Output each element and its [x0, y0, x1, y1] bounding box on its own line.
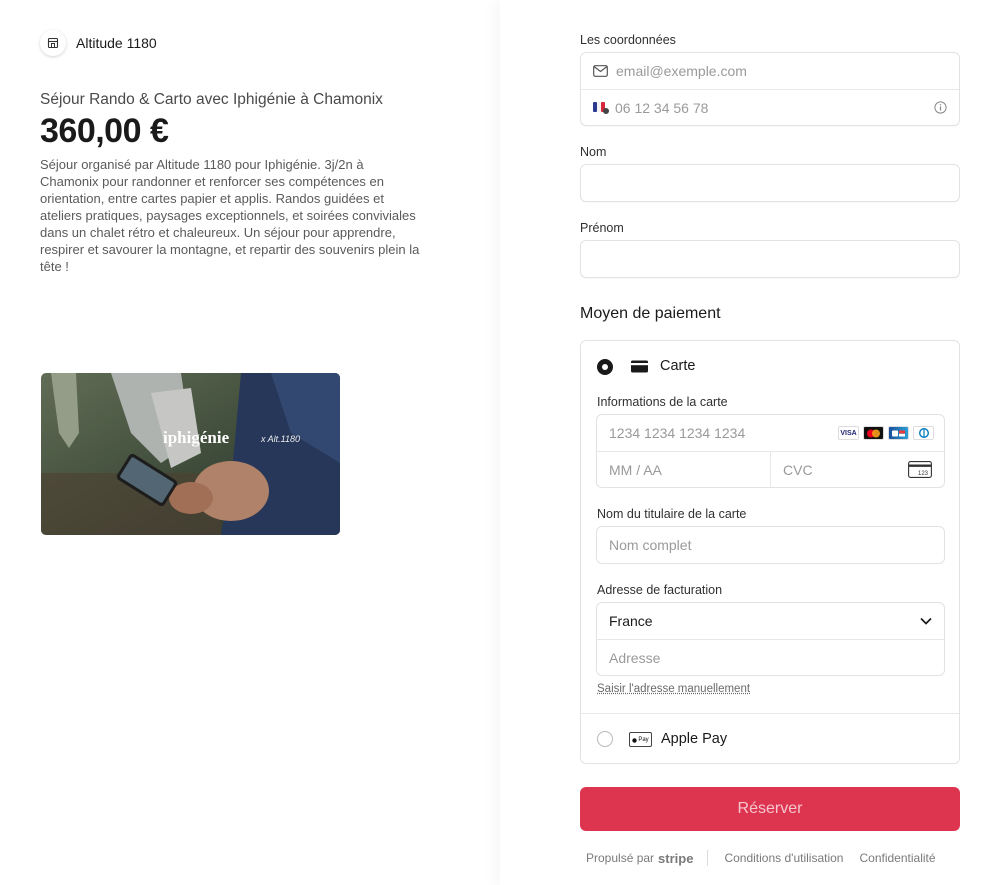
card-number-placeholder: 1234 1234 1234 1234	[609, 425, 746, 441]
holder-label: Nom du titulaire de la carte	[597, 507, 747, 521]
product-price: 360,00 €	[40, 112, 169, 150]
mail-icon	[593, 65, 608, 77]
privacy-link[interactable]: Confidentialité	[859, 851, 935, 865]
card-number-input[interactable]: 1234 1234 1234 1234 VISA	[597, 415, 944, 451]
applepay-radio[interactable]	[597, 731, 613, 747]
checkout-form-pane: Les coordonnées email@exemple.com 06 12 …	[500, 0, 1000, 885]
image-brand-suffix: x Alt.1180	[260, 434, 300, 444]
order-summary-pane: Altitude 1180 Séjour Rando & Carto avec …	[0, 0, 500, 885]
manual-address-link[interactable]: Saisir l'adresse manuellement	[597, 683, 750, 695]
merchant-name: Altitude 1180	[76, 35, 157, 51]
card-brands: VISA	[838, 426, 934, 440]
payment-method-box: Carte Informations de la carte 1234 1234…	[580, 340, 960, 764]
product-description: Séjour organisé par Altitude 1180 pour I…	[40, 157, 420, 274]
address-placeholder: Adresse	[609, 649, 661, 666]
prenom-input[interactable]	[580, 240, 960, 278]
billing-group: France Adresse	[596, 602, 945, 676]
image-brand-text: iphigénie	[163, 428, 230, 447]
cvc-icon-text: 123	[918, 471, 929, 477]
card-expiry-cvc-row: MM / AA CVC 123	[597, 451, 944, 488]
expiry-input[interactable]: MM / AA	[597, 452, 770, 488]
payment-method-title: Moyen de paiement	[580, 305, 721, 322]
expiry-placeholder: MM / AA	[609, 461, 662, 478]
address-input[interactable]: Adresse	[597, 639, 944, 675]
holder-input[interactable]: Nom complet	[596, 526, 945, 564]
nom-input[interactable]	[580, 164, 960, 202]
email-field[interactable]: email@exemple.com	[581, 53, 959, 89]
applepay-label[interactable]: Apple Pay	[661, 731, 727, 747]
mastercard-icon	[863, 426, 884, 440]
holder-placeholder: Nom complet	[609, 537, 692, 553]
product-name: Séjour Rando & Carto avec Iphigénie à Ch…	[40, 91, 383, 108]
billing-label: Adresse de facturation	[597, 583, 723, 597]
france-flag-icon[interactable]	[593, 101, 609, 114]
applepay-icon: Pay	[629, 732, 652, 747]
visa-icon: VISA	[838, 426, 859, 440]
cvc-input[interactable]: CVC 123	[770, 451, 944, 488]
country-value: France	[609, 613, 653, 629]
footer: Propulsé par stripe Conditions d'utilisa…	[586, 850, 936, 866]
chevron-down-icon	[920, 617, 932, 625]
payment-divider	[581, 713, 959, 714]
phone-field[interactable]: 06 12 34 56 78	[581, 89, 959, 125]
powered-by-text: Propulsé par	[586, 851, 655, 865]
cvc-card-icon: 123	[908, 461, 932, 478]
product-image: iphigénie x Alt.1180	[41, 373, 340, 535]
terms-link[interactable]: Conditions d'utilisation	[724, 851, 843, 865]
card-option-label[interactable]: Carte	[660, 358, 695, 374]
stripe-logo[interactable]: stripe	[658, 851, 693, 866]
country-select[interactable]: France	[597, 603, 944, 639]
merchant-header[interactable]: Altitude 1180	[40, 30, 157, 56]
card-radio[interactable]	[597, 359, 613, 375]
store-icon	[40, 30, 66, 56]
cartes-bancaires-icon	[888, 426, 909, 440]
footer-separator	[707, 850, 709, 866]
card-icon	[631, 360, 648, 378]
cvc-placeholder: CVC	[783, 461, 813, 478]
prenom-label: Prénom	[580, 221, 624, 235]
email-placeholder: email@exemple.com	[616, 63, 747, 79]
contact-field-group: email@exemple.com 06 12 34 56 78	[580, 52, 960, 126]
phone-placeholder: 06 12 34 56 78	[615, 99, 709, 116]
card-info-label: Informations de la carte	[597, 395, 728, 409]
card-info-group: 1234 1234 1234 1234 VISA MM / AA CVC 123	[596, 414, 945, 488]
nom-label: Nom	[580, 145, 607, 159]
info-icon[interactable]	[934, 101, 947, 114]
diners-icon	[913, 426, 934, 440]
reserve-button[interactable]: Réserver	[580, 787, 960, 831]
contact-label: Les coordonnées	[580, 33, 676, 47]
